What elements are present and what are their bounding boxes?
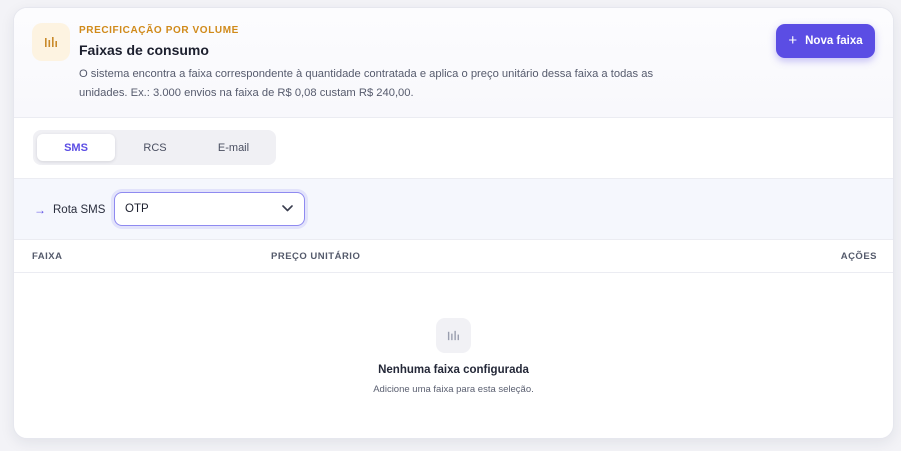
- bar-chart-icon: [32, 23, 70, 61]
- plus-icon: +: [788, 31, 798, 49]
- arrow-right-icon: →: [34, 203, 46, 217]
- empty-state-icon: [436, 318, 471, 353]
- column-header-unit-price: PREÇO UNITÁRIO: [271, 251, 361, 262]
- tab-rcs[interactable]: RCS: [115, 134, 195, 161]
- route-selector-bar: → Rota SMS OTP: [14, 178, 893, 240]
- empty-state-subtitle: Adicione uma faixa para esta seleção.: [373, 384, 534, 395]
- eyebrow-label: PRECIFICAÇÃO POR VOLUME: [79, 25, 239, 36]
- empty-state-title: Nenhuma faixa configurada: [378, 364, 529, 376]
- route-label: → Rota SMS: [34, 203, 105, 217]
- chevron-down-icon: [282, 203, 293, 215]
- column-header-actions: AÇÕES: [840, 251, 877, 262]
- column-header-tier: FAIXA: [32, 251, 63, 262]
- section-description: O sistema encontra a faixa correspondent…: [79, 68, 654, 99]
- table-header: FAIXA PREÇO UNITÁRIO AÇÕES: [14, 240, 893, 273]
- section-title: Faixas de consumo: [79, 42, 209, 58]
- new-tier-button-label: Nova faixa: [805, 35, 863, 47]
- new-tier-button[interactable]: + Nova faixa: [776, 24, 875, 58]
- channel-tabs: SMS RCS E-mail: [33, 130, 276, 165]
- route-label-text: Rota SMS: [53, 204, 106, 216]
- tab-email[interactable]: E-mail: [195, 134, 272, 161]
- route-select[interactable]: OTP: [114, 192, 305, 226]
- volume-pricing-card: PRECIFICAÇÃO POR VOLUME Faixas de consum…: [13, 7, 894, 439]
- route-select-value: OTP: [125, 203, 149, 215]
- card-header: PRECIFICAÇÃO POR VOLUME Faixas de consum…: [14, 8, 893, 118]
- tab-sms[interactable]: SMS: [37, 134, 115, 161]
